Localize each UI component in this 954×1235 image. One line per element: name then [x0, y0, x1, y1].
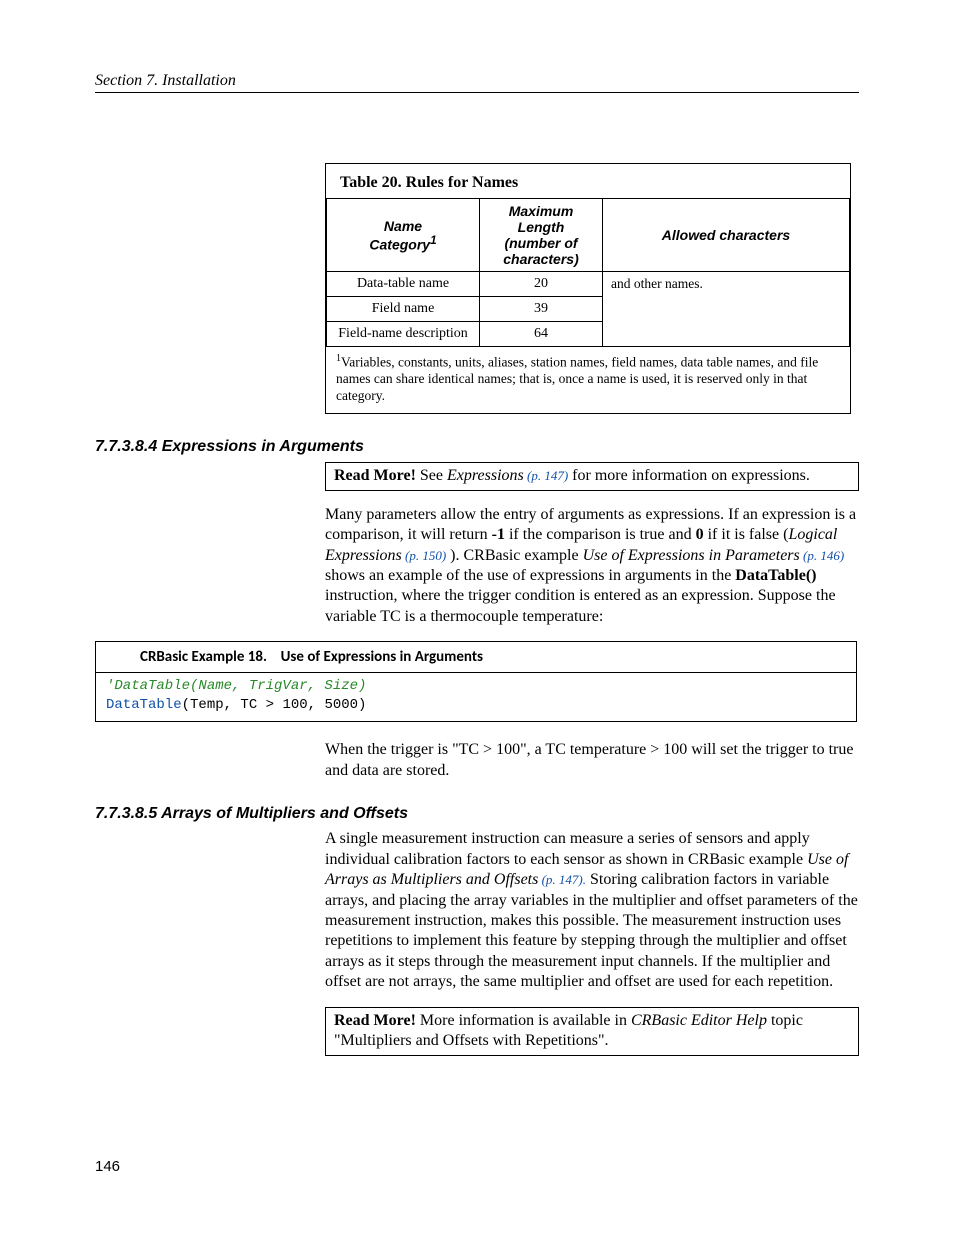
text: Storing calibration factors in variable … [325, 871, 858, 990]
text: if it is false ( [704, 526, 789, 543]
page-ref-link[interactable]: (p. 150) [402, 548, 446, 563]
col-header-text: Maximum Length [509, 203, 574, 235]
read-more-box: Read More! See Expressions (p. 147) for … [325, 462, 859, 490]
table-cell: 64 [480, 322, 603, 347]
text: shows an example of the use of expressio… [325, 567, 735, 584]
col-header-text: characters) [503, 251, 579, 267]
code-text: (Temp, TC > 100, 5000) [182, 697, 367, 713]
text-bold: DataTable() [735, 567, 816, 584]
read-more-ital: CRBasic Editor Help [631, 1012, 767, 1029]
code-keyword: DataTable [106, 697, 182, 713]
crbasic-example-code: 'DataTable(Name, TrigVar, Size) DataTabl… [96, 673, 856, 721]
read-more-ital: Expressions [447, 467, 524, 484]
read-more-label: Read More! [334, 1012, 416, 1029]
table-row: Data-table name 20 and other names. [327, 272, 850, 297]
page-ref-link[interactable]: (p. 146) [800, 548, 844, 563]
read-more-text: More information is available in [416, 1012, 631, 1029]
table-cell-merged: and other names. [603, 272, 850, 347]
read-more-text: See [416, 467, 447, 484]
crbasic-example-box: CRBasic Example 18. Use of Expressions i… [95, 641, 857, 722]
page-ref-link[interactable]: (p. 147) [524, 468, 568, 483]
col-header-sup: 1 [430, 234, 436, 247]
page: Section 7. Installation Table 20. Rules … [0, 0, 954, 1235]
paragraph: When the trigger is "TC > 100", a TC tem… [325, 740, 859, 781]
section-heading-arrays-of-multipliers: 7.7.3.8.5 Arrays of Multipliers and Offs… [95, 805, 859, 823]
read-more-box: Read More! More information is available… [325, 1007, 859, 1056]
read-more-text: for more information on expressions. [568, 467, 810, 484]
text: ). CRBasic example [446, 547, 582, 564]
footnote-text: Variables, constants, units, aliases, st… [336, 355, 818, 404]
col-header-text: Category [369, 236, 430, 252]
col-header-name-category: Name Category1 [327, 199, 480, 272]
col-header-allowed-chars: Allowed characters [603, 199, 850, 272]
table-cell: Field-name description [327, 322, 480, 347]
text-ital: Use of Expressions in Parameters [583, 547, 800, 564]
section-body: Read More! See Expressions (p. 147) for … [325, 462, 859, 627]
section-body: A single measurement instruction can mea… [325, 829, 859, 1056]
table-cell: Field name [327, 297, 480, 322]
col-header-text: Name [384, 218, 422, 234]
paragraph: Many parameters allow the entry of argum… [325, 505, 859, 628]
table-footnote: 1Variables, constants, units, aliases, s… [326, 347, 850, 413]
running-header: Section 7. Installation [95, 72, 859, 93]
table-cell: 39 [480, 297, 603, 322]
text: A single measurement instruction can mea… [325, 830, 810, 867]
page-number: 146 [95, 1158, 120, 1175]
table-cell: Data-table name [327, 272, 480, 297]
crbasic-example-title: CRBasic Example 18. Use of Expressions i… [96, 642, 856, 673]
rules-for-names-table: Table 20. Rules for Names Name Category1… [325, 163, 851, 414]
section-body: When the trigger is "TC > 100", a TC tem… [325, 740, 859, 781]
table-cell: 20 [480, 272, 603, 297]
section-heading-expressions-in-arguments: 7.7.3.8.4 Expressions in Arguments [95, 438, 859, 456]
code-comment: 'DataTable(Name, TrigVar, Size) [106, 678, 366, 694]
rules-table-body: Name Category1 Maximum Length (number of… [326, 198, 850, 347]
col-header-text: (number of [504, 235, 577, 251]
paragraph: A single measurement instruction can mea… [325, 829, 859, 993]
text-bold: 0 [696, 526, 704, 543]
col-header-max-length: Maximum Length (number of characters) [480, 199, 603, 272]
table-title: Table 20. Rules for Names [326, 164, 850, 198]
text: instruction, where the trigger condition… [325, 587, 836, 624]
text: if the comparison is true and [505, 526, 696, 543]
example-caption: Use of Expressions in Arguments [281, 648, 483, 666]
page-ref-link[interactable]: (p. 147). [538, 872, 586, 887]
read-more-label: Read More! [334, 467, 416, 484]
text-bold: -1 [492, 526, 505, 543]
example-number: CRBasic Example 18. [140, 648, 267, 666]
